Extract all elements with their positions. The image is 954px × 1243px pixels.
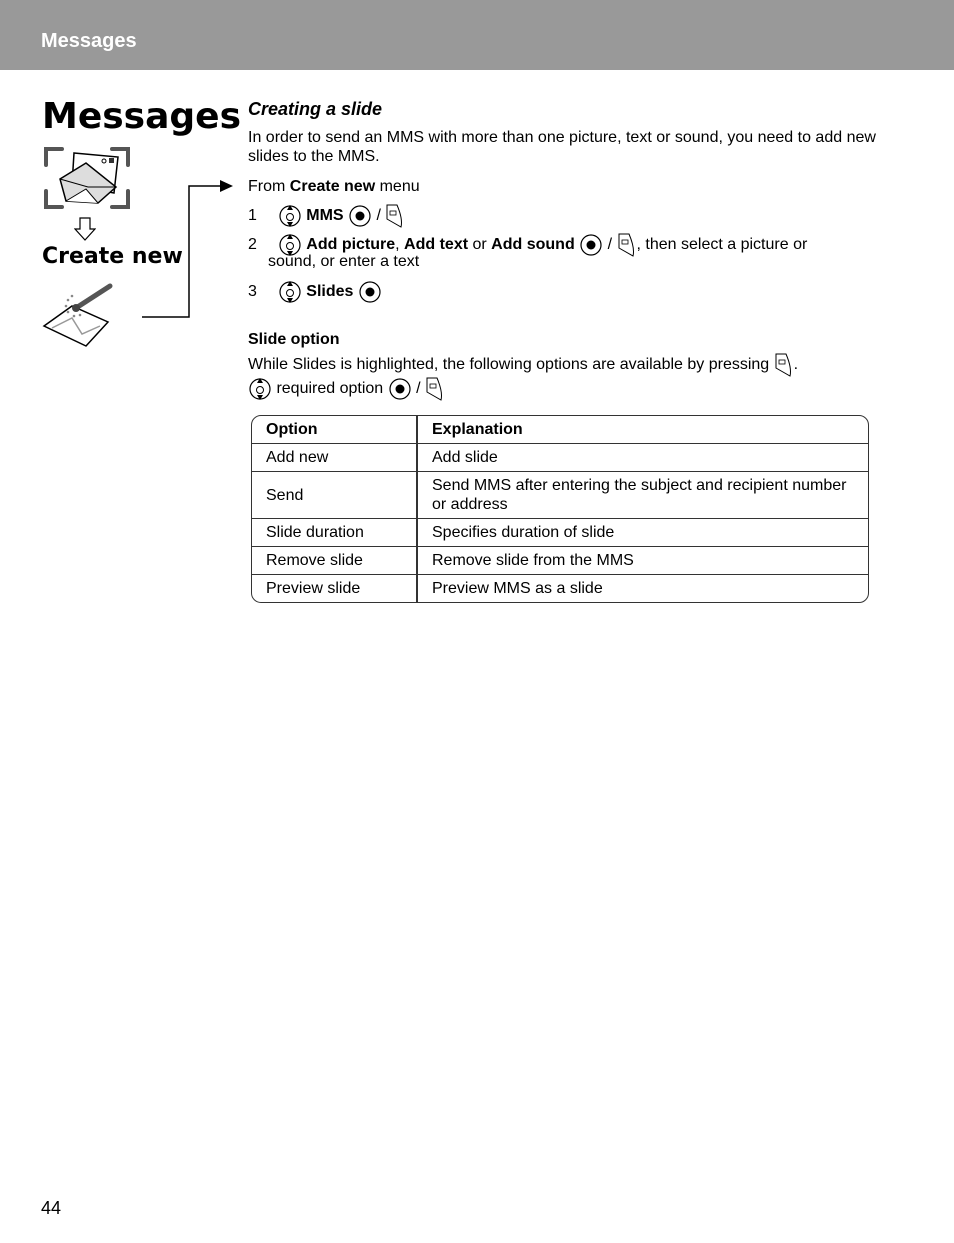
separator: ,: [395, 236, 405, 254]
slide-option-instruction: required option /: [248, 376, 445, 402]
soft-key-icon: [386, 204, 403, 228]
option-cell: Send: [252, 472, 418, 519]
step-option: Add text: [404, 236, 469, 254]
column-header-option: Option: [252, 416, 418, 444]
ok-key-icon: [580, 234, 602, 256]
menu-name: Create new: [289, 178, 376, 195]
ok-key-icon: [349, 205, 371, 227]
create-new-envelope-icon: [42, 283, 113, 347]
option-cell: Remove slide: [252, 547, 418, 575]
step-number: 1: [248, 207, 257, 225]
slide-option-text: While Slides is highlighted, the followi…: [248, 352, 798, 378]
down-arrow-icon: [74, 217, 96, 241]
step-1: 1 MMS /: [248, 203, 405, 229]
from-menu-line: From Create new menu: [248, 177, 420, 196]
table-header-row: Option Explanation: [252, 416, 868, 444]
navigation-key-icon: [279, 205, 301, 227]
navigation-key-icon: [249, 378, 271, 400]
period: .: [793, 356, 799, 374]
table-row: Add new Add slide: [252, 444, 868, 472]
messages-envelope-icon: [44, 147, 130, 209]
slash: /: [376, 207, 381, 225]
header-bar: Messages: [0, 0, 954, 70]
slide-option-description: While Slides is highlighted, the followi…: [248, 356, 770, 374]
sidebar-title: Messages: [42, 96, 242, 137]
section-title: Creating a slide: [248, 99, 383, 119]
soft-key-icon: [426, 377, 443, 401]
connector-arrow: [142, 180, 233, 318]
table-row: Slide duration Specifies duration of sli…: [252, 519, 868, 547]
step-2-continuation: sound, or enter a text: [268, 253, 420, 270]
explanation-cell: Send MMS after entering the subject and …: [418, 472, 868, 519]
option-cell: Preview slide: [252, 575, 418, 602]
ok-key-icon: [389, 378, 411, 400]
header-title: Messages: [41, 30, 137, 52]
slash: /: [416, 380, 421, 398]
step-3: 3 Slides: [248, 280, 382, 304]
explanation-cell: Preview MMS as a slide: [432, 580, 603, 597]
page-number: 44: [41, 1198, 62, 1218]
step-number: 3: [248, 283, 257, 301]
instruction-text: required option: [276, 380, 384, 398]
explanation-cell: Remove slide from the MMS: [418, 547, 868, 575]
options-table: Option Explanation Add new Add slide Sen…: [251, 415, 869, 603]
step-tail: , then select a picture or: [636, 236, 808, 254]
soft-key-icon: [775, 353, 791, 377]
soft-key-icon: [618, 233, 634, 257]
from-prefix: From: [248, 178, 290, 195]
explanation-cell: Add slide: [418, 444, 868, 472]
step-option: Slides: [306, 283, 354, 301]
step-option: Add sound: [491, 236, 575, 254]
navigation-key-icon: [279, 281, 301, 303]
intro-paragraph: In order to send an MMS with more than o…: [248, 129, 876, 165]
separator: or: [468, 236, 492, 254]
slide-option-heading: Slide option: [248, 331, 340, 348]
table-row: Preview slide Preview MMS as a slide: [252, 575, 868, 602]
ok-key-icon: [359, 281, 381, 303]
step-option: Add picture: [306, 236, 396, 254]
table-row: Send Send MMS after entering the subject…: [252, 472, 868, 519]
slash: /: [607, 236, 613, 254]
explanation-cell: Specifies duration of slide: [418, 519, 868, 547]
table-row: Remove slide Remove slide from the MMS: [252, 547, 868, 575]
step-number: 2: [248, 236, 257, 254]
option-cell: Add new: [252, 444, 418, 472]
option-cell: Slide duration: [252, 519, 418, 547]
column-header-explanation: Explanation: [418, 416, 868, 444]
from-suffix: menu: [375, 178, 420, 195]
step-option: MMS: [306, 207, 344, 225]
